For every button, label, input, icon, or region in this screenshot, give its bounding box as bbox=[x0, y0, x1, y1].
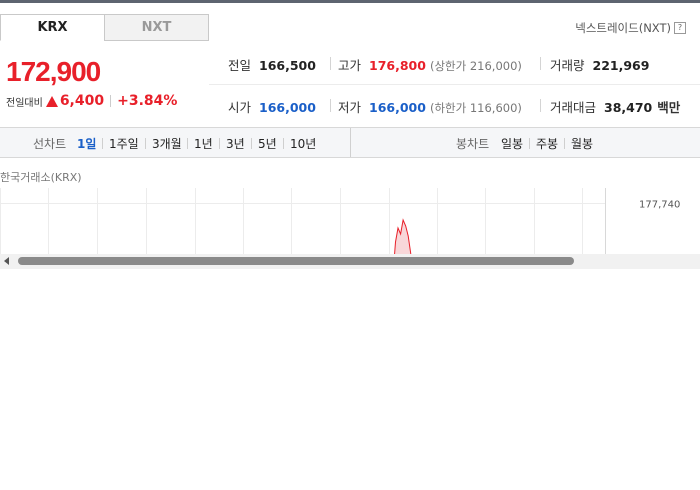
line-chart-label: 선차트 bbox=[33, 137, 67, 151]
stat-open-value: 166,000 bbox=[259, 100, 316, 115]
stat-low-label: 저가 bbox=[338, 100, 362, 115]
stat-amount: 거래대금 38,470 백만 bbox=[550, 97, 680, 116]
bar-center-divider bbox=[350, 128, 351, 157]
stat-open: 시가 166,000 bbox=[228, 97, 316, 116]
period-3months[interactable]: 3개월 bbox=[152, 135, 182, 152]
period-1week[interactable]: 1주일 bbox=[109, 135, 139, 152]
stat-prev-close: 전일 166,500 bbox=[228, 55, 316, 74]
stat-prev-close-value: 166,500 bbox=[259, 58, 316, 73]
stat-prev-close-label: 전일 bbox=[228, 58, 252, 73]
up-triangle-icon bbox=[45, 95, 58, 107]
nextrade-link[interactable]: 넥스트레이드(NXT) ? bbox=[575, 20, 686, 36]
y-tick-label: 177,740 bbox=[639, 200, 680, 211]
candle-chart-label: 봉차트 bbox=[456, 137, 490, 151]
period-divider bbox=[283, 138, 284, 149]
period-divider bbox=[187, 138, 188, 149]
period-1day[interactable]: 1일 bbox=[77, 135, 96, 152]
stat-high: 고가 176,800 (상한가 216,000) bbox=[338, 55, 522, 74]
period-divider bbox=[102, 138, 103, 149]
period-5years[interactable]: 5년 bbox=[258, 135, 277, 152]
stat-high-label: 고가 bbox=[338, 58, 362, 73]
stat-volume-value: 221,969 bbox=[592, 58, 650, 73]
stat-volume: 거래량 221,969 bbox=[550, 55, 649, 74]
price-area bbox=[375, 220, 531, 254]
stat-amount-unit: 백만 bbox=[657, 100, 681, 115]
period-1year[interactable]: 1년 bbox=[194, 135, 213, 152]
chart-scrollbar[interactable] bbox=[0, 254, 700, 269]
help-icon[interactable]: ? bbox=[674, 22, 686, 34]
price-change: 전일대비 6,400 +3.84% bbox=[6, 93, 177, 109]
scroll-thumb[interactable] bbox=[18, 257, 574, 265]
period-divider bbox=[251, 138, 252, 149]
stat-volume-label: 거래량 bbox=[550, 58, 585, 73]
period-3years[interactable]: 3년 bbox=[226, 135, 245, 152]
scroll-left-icon[interactable] bbox=[4, 257, 9, 265]
stat-divider bbox=[540, 57, 541, 70]
chart-grid bbox=[0, 188, 606, 254]
stat-lower-limit: (하한가 116,600) bbox=[429, 101, 522, 115]
candle-divider bbox=[564, 138, 565, 149]
candle-weekly[interactable]: 주봉 bbox=[536, 135, 558, 152]
change-rate: +3.84% bbox=[117, 93, 178, 109]
stat-divider bbox=[540, 99, 541, 112]
period-10years[interactable]: 10년 bbox=[290, 135, 316, 152]
candle-daily[interactable]: 일봉 bbox=[501, 135, 523, 152]
period-divider bbox=[145, 138, 146, 149]
stat-divider bbox=[330, 99, 331, 112]
exchange-label: 한국거래소(KRX) bbox=[0, 171, 82, 184]
tab-krx[interactable]: KRX bbox=[0, 14, 105, 41]
current-price: 172,900 bbox=[6, 56, 101, 87]
stat-high-value: 176,800 bbox=[369, 58, 426, 73]
period-divider bbox=[219, 138, 220, 149]
stat-upper-limit: (상한가 216,000) bbox=[429, 59, 522, 73]
price-chart: 177,740174,594 bbox=[0, 188, 680, 254]
candle-monthly[interactable]: 월봉 bbox=[571, 135, 593, 152]
candle-divider bbox=[529, 138, 530, 149]
stat-divider bbox=[330, 57, 331, 70]
top-border bbox=[0, 0, 700, 3]
stats-row-divider bbox=[209, 84, 700, 85]
change-divider bbox=[110, 95, 112, 107]
stat-amount-label: 거래대금 bbox=[550, 100, 597, 115]
stat-low-value: 166,000 bbox=[369, 100, 426, 115]
stat-open-label: 시가 bbox=[228, 100, 252, 115]
chart-period-bar: 선차트 1일 1주일 3개월 1년 3년 5년 10년 봉차트 일봉 주봉 월봉 bbox=[0, 127, 700, 158]
nextrade-link-label: 넥스트레이드(NXT) bbox=[575, 21, 671, 35]
stat-low: 저가 166,000 (하한가 116,600) bbox=[338, 97, 522, 116]
change-amount: 6,400 bbox=[59, 93, 105, 109]
tab-nxt[interactable]: NXT bbox=[104, 14, 209, 41]
change-label: 전일대비 bbox=[6, 97, 43, 109]
stat-amount-value: 38,470 bbox=[604, 100, 653, 115]
